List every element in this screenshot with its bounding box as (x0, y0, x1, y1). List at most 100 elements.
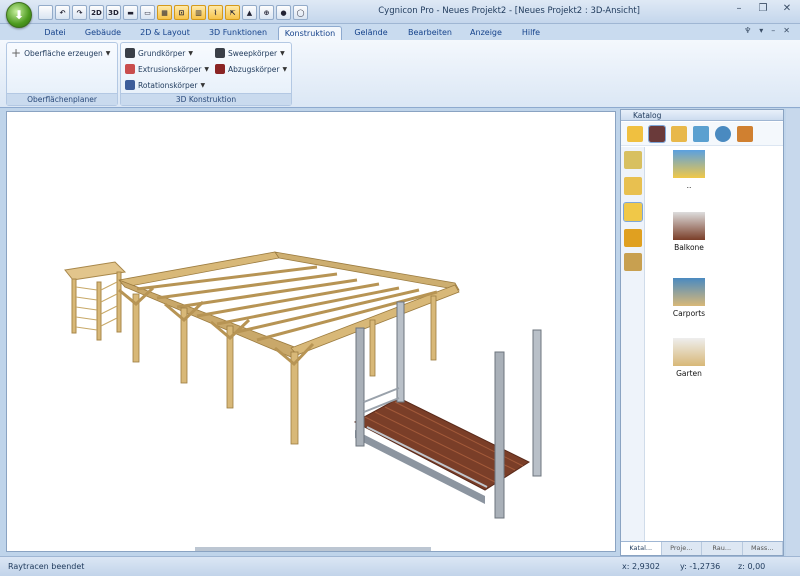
abzugskoerper-label: Abzugskörper (228, 64, 280, 74)
balcony (353, 301, 542, 519)
camera-button[interactable]: ◯ (293, 5, 308, 20)
cursor-button[interactable]: ⇱ (225, 5, 240, 20)
document-close-button[interactable]: ✕ (783, 26, 790, 35)
arrow-down-icon: ⬇ (13, 8, 25, 22)
catalog-header: Katalog (621, 110, 783, 121)
furniture-icon[interactable] (737, 125, 753, 142)
render-button[interactable]: ● (276, 5, 291, 20)
folder-up-icon (673, 150, 705, 178)
globe-icon[interactable] (715, 125, 731, 142)
abzugskoerper-button[interactable]: Abzugskörper ▼ (215, 62, 287, 76)
tab-hilfe[interactable]: Hilfe (514, 26, 548, 40)
rotationskoerper-label: Rotationskörper (138, 80, 198, 90)
tab-gelaende[interactable]: Gelände (348, 26, 394, 40)
tab-raum[interactable]: Rau... (702, 542, 743, 555)
catalog-item-up[interactable]: .. (649, 150, 729, 190)
quick-access-toolbar: ↶ ↷ 2D 3D ▬ ▭ ▦ ⊡ ▥ ⌇ ⇱ ▲ ⊕ ● ◯ (38, 5, 308, 21)
view-3d-button[interactable]: 3D (106, 5, 121, 20)
folder-icon[interactable] (627, 125, 643, 142)
person-icon[interactable] (624, 253, 642, 271)
chevron-down-icon[interactable]: ▾ (759, 26, 763, 35)
measure-button[interactable]: ⌇ (208, 5, 223, 20)
close-button[interactable]: ✕ (780, 2, 794, 16)
grundkoerper-label: Grundkörper (138, 48, 186, 58)
wall-tool-button[interactable]: ▬ (123, 5, 138, 20)
catalog-item-label: Carports (672, 309, 706, 318)
catalog-item-label: Balkone (674, 243, 704, 252)
catalog-item-balkone[interactable]: Balkone (649, 212, 729, 252)
status-message: Raytracen beendet (8, 562, 85, 571)
rotationskoerper-button[interactable]: Rotationskörper ▼ (125, 78, 205, 92)
help-icon[interactable]: ♆ (744, 26, 751, 35)
catalog-item-carports[interactable]: Carports (649, 278, 729, 318)
dropdown-arrow-icon: ▼ (105, 49, 111, 57)
category-icon[interactable] (624, 151, 642, 169)
right-scrollbar[interactable] (786, 109, 800, 556)
title-bar: ⬇ ↶ ↷ 2D 3D ▬ ▭ ▦ ⊡ ▥ ⌇ ⇱ ▲ ⊕ ● ◯ Cygnic… (0, 0, 800, 28)
dropdown-arrow-icon: ▼ (188, 49, 193, 57)
tab-gebaeude[interactable]: Gebäude (80, 26, 126, 40)
tab-2d-layout[interactable]: 2D & Layout (134, 26, 196, 40)
tab-konstruktion[interactable]: Konstruktion (278, 26, 342, 40)
sweep-icon (215, 48, 225, 58)
dropdown-arrow-icon: ▼ (200, 81, 206, 89)
oberflaeche-erzeugen-button[interactable]: + Oberfläche erzeugen ▼ (11, 46, 110, 60)
3d-scene (64, 251, 542, 519)
cube-icon (125, 48, 135, 58)
coordinate-x: x: 2,9302 (622, 562, 660, 571)
catalog-toolbar (621, 122, 783, 146)
folder-open-icon[interactable] (623, 202, 643, 222)
grundkoerper-button[interactable]: Grundkörper ▼ (125, 46, 193, 60)
minimize-button[interactable]: – (732, 2, 746, 16)
group-label-3d-konstruktion: 3D Konstruktion (121, 93, 291, 105)
ribbon: + Oberfläche erzeugen ▼ Oberflächenplane… (0, 40, 800, 108)
view-2d-button[interactable]: 2D (89, 5, 104, 20)
sweepkoerper-button[interactable]: Sweepkörper ▼ (215, 46, 285, 60)
maximize-button[interactable]: ❐ (756, 2, 770, 16)
group-3d-konstruktion: Grundkörper ▼ Extrusionskörper ▼ Rotatio… (120, 42, 292, 106)
extrusionskoerper-button[interactable]: Extrusionskörper ▼ (125, 62, 209, 76)
ribbon-minimize-button[interactable]: – (771, 26, 775, 35)
tab-bearbeiten[interactable]: Bearbeiten (402, 26, 458, 40)
coordinate-z: z: 0,00 (738, 562, 766, 571)
door-icon[interactable] (648, 124, 666, 143)
catalog-item-label: .. (686, 181, 692, 190)
oberflaeche-erzeugen-label: Oberfläche erzeugen (24, 48, 103, 58)
dropdown-arrow-icon: ▼ (204, 65, 210, 73)
columns-button[interactable]: ▥ (191, 5, 206, 20)
terrain-button[interactable]: ⊕ (259, 5, 274, 20)
window-catalog-icon[interactable] (671, 125, 687, 142)
tab-anzeige[interactable]: Anzeige (464, 26, 508, 40)
rotation-icon (125, 80, 135, 90)
tab-datei[interactable]: Datei (38, 26, 72, 40)
help-controls: ♆ ▾ – ✕ (744, 26, 790, 35)
catalog-item-garten[interactable]: Garten (649, 338, 729, 378)
catalog-item-label: Garten (676, 369, 702, 378)
plus-icon: + (11, 46, 22, 60)
stairs-icon[interactable] (693, 125, 709, 142)
window-tool-button[interactable]: ▭ (140, 5, 155, 20)
catalog-side-toolbar (621, 147, 645, 542)
folder-icon[interactable] (624, 177, 642, 195)
undo-button[interactable]: ↶ (55, 5, 70, 20)
tab-katalog[interactable]: Katal... (621, 542, 662, 555)
window-controls: – ❐ ✕ (732, 2, 794, 16)
new-file-button[interactable] (38, 5, 53, 20)
select-button[interactable]: ⊡ (174, 5, 189, 20)
application-menu-button[interactable]: ⬇ (6, 2, 32, 28)
tab-projekt[interactable]: Proje... (662, 542, 702, 555)
tab-masse[interactable]: Mass... (743, 542, 783, 555)
roof-button[interactable]: ▲ (242, 5, 257, 20)
grid-button[interactable]: ▦ (157, 5, 172, 20)
pergola-trellis (64, 261, 127, 341)
catalog-title: Katalog (633, 111, 662, 120)
book-icon[interactable] (624, 229, 642, 247)
redo-button[interactable]: ↷ (72, 5, 87, 20)
extrusionskoerper-label: Extrusionskörper (138, 64, 202, 74)
3d-view[interactable] (6, 111, 616, 552)
tab-3d-funktionen[interactable]: 3D Funktionen (202, 26, 274, 40)
sweepkoerper-label: Sweepkörper (228, 48, 278, 58)
ribbon-tab-bar: Datei Gebäude 2D & Layout 3D Funktionen … (0, 24, 800, 40)
view-scroll-handle[interactable] (195, 547, 431, 551)
catalog-tabs: Katal... Proje... Rau... Mass... (621, 541, 783, 555)
